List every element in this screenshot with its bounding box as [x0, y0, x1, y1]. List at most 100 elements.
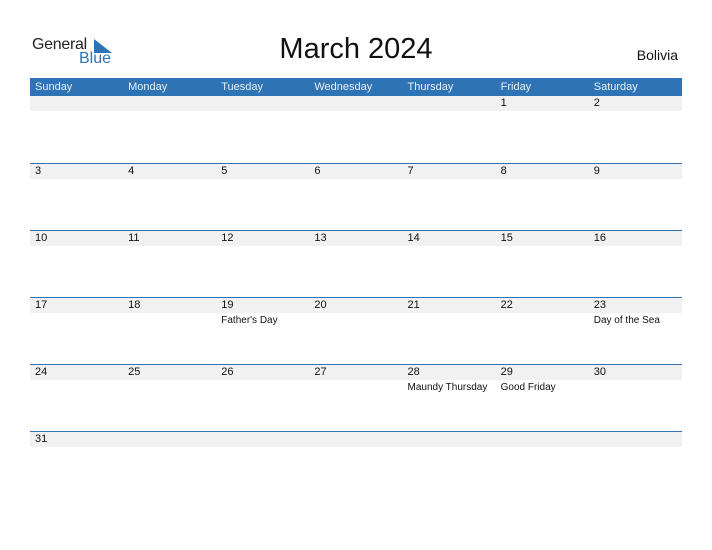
day-cell — [123, 432, 216, 448]
day-number — [408, 96, 496, 111]
day-number: 12 — [221, 232, 234, 244]
week-cells: 3 4 5 6 7 8 9 — [30, 164, 682, 180]
day-number: 9 — [593, 165, 600, 177]
day-number: 24 — [35, 366, 48, 378]
day-cell: 27 — [309, 365, 402, 394]
holiday-label: Good Friday — [500, 382, 556, 393]
day-number: 15 — [500, 232, 513, 244]
day-cell: 7 — [403, 164, 496, 180]
calendar-title: March 2024 — [279, 33, 433, 65]
day-number: 10 — [35, 232, 48, 244]
day-number: 20 — [314, 299, 327, 311]
weekday-sunday: Sunday — [35, 81, 73, 93]
day-cell: 24 — [30, 365, 123, 394]
holiday-label: Father's Day — [221, 315, 278, 326]
weekday-tuesday: Tuesday — [221, 81, 264, 93]
day-cell — [216, 432, 309, 448]
week-row: 10 11 12 13 14 15 16 — [30, 230, 682, 297]
day-cell: 13 — [309, 231, 402, 247]
weekday-header: Sunday Monday Tuesday Wednesday Thursday… — [30, 78, 682, 96]
holiday-label: Day of the Sea — [593, 315, 660, 326]
day-number: 23 — [593, 299, 606, 311]
day-number: 17 — [35, 299, 48, 311]
day-number: 30 — [593, 366, 606, 378]
day-number: 31 — [35, 433, 48, 445]
day-cell — [216, 96, 309, 112]
day-number: 4 — [128, 165, 135, 177]
day-number: 21 — [407, 299, 420, 311]
day-number — [128, 96, 216, 111]
day-cell: 17 — [30, 298, 123, 327]
week-row: 17 18 19 Father's Day 20 21 22 23 Day of the Sea — [30, 297, 682, 364]
day-number: 8 — [500, 165, 507, 177]
day-cell: 4 — [123, 164, 216, 180]
week-cells: 17 18 19 Father's Day 20 21 22 23 Day of the Sea — [30, 298, 682, 327]
day-number: 3 — [35, 165, 42, 177]
day-cell: 21 — [403, 298, 496, 327]
day-number: 13 — [314, 232, 327, 244]
day-number — [221, 96, 309, 111]
day-cell — [589, 432, 682, 448]
day-cell: 20 — [309, 298, 402, 327]
week-cells: 31 — [30, 432, 682, 448]
day-cell: 11 — [123, 231, 216, 247]
day-cell: 28 Maundy Thursday — [403, 365, 496, 394]
day-cell: 23 Day of the Sea — [589, 298, 682, 327]
day-cell — [309, 96, 402, 112]
week-cells: 24 25 26 27 28 Maundy Thursday 29 Good Friday 30 — [30, 365, 682, 394]
day-cell: 18 — [123, 298, 216, 327]
day-cell: 2 — [589, 96, 682, 112]
day-number: 29 — [500, 366, 513, 378]
day-number: 19 — [221, 299, 234, 311]
weeks-container: 1 2 3 4 5 6 7 8 9 10 11 12 13 14 15 16 17 18 19 Father's Da… — [30, 96, 682, 498]
day-number — [594, 432, 682, 447]
day-number — [128, 432, 216, 447]
day-number — [314, 432, 402, 447]
day-number — [314, 96, 402, 111]
day-cell — [30, 96, 123, 112]
weekday-monday: Monday — [128, 81, 168, 93]
day-cell: 9 — [589, 164, 682, 180]
day-number: 11 — [128, 232, 140, 244]
day-cell: 30 — [589, 365, 682, 394]
day-number: 27 — [314, 366, 327, 378]
day-cell: 22 — [496, 298, 589, 327]
week-cells: 12 — [30, 96, 682, 112]
day-cell: 10 — [30, 231, 123, 247]
weekday-wednesday: Wednesday — [314, 81, 373, 93]
day-cell: 19 Father's Day — [216, 298, 309, 327]
day-number: 2 — [593, 97, 600, 109]
day-number: 14 — [407, 232, 420, 244]
day-cell: 3 — [30, 164, 123, 180]
day-cell: 6 — [309, 164, 402, 180]
week-row: 31 — [30, 431, 682, 498]
day-number: 7 — [407, 165, 414, 177]
day-cell: 29 Good Friday — [496, 365, 589, 394]
day-number: 22 — [500, 299, 513, 311]
day-number: 25 — [128, 366, 141, 378]
day-cell: 12 — [216, 231, 309, 247]
day-cell — [309, 432, 402, 448]
week-row: 12 — [30, 96, 682, 163]
day-cell: 26 — [216, 365, 309, 394]
day-number: 6 — [314, 165, 321, 177]
day-cell: 15 — [496, 231, 589, 247]
day-cell: 14 — [403, 231, 496, 247]
calendar-grid: Sunday Monday Tuesday Wednesday Thursday… — [30, 78, 682, 498]
day-cell: 25 — [123, 365, 216, 394]
country-label: Bolivia — [636, 47, 678, 63]
day-cell: 8 — [496, 164, 589, 180]
week-cells: 10 11 12 13 14 15 16 — [30, 231, 682, 247]
day-number — [35, 96, 123, 111]
day-number: 26 — [221, 366, 234, 378]
weekday-friday: Friday — [500, 81, 532, 93]
day-number — [221, 432, 309, 447]
week-row: 3 4 5 6 7 8 9 — [30, 163, 682, 230]
day-number — [501, 432, 589, 447]
day-number: 28 — [407, 366, 420, 378]
day-cell: 16 — [589, 231, 682, 247]
holiday-label: Maundy Thursday — [407, 382, 488, 393]
weekday-thursday: Thursday — [407, 81, 454, 93]
day-number: 5 — [221, 165, 228, 177]
day-number: 18 — [128, 299, 141, 311]
